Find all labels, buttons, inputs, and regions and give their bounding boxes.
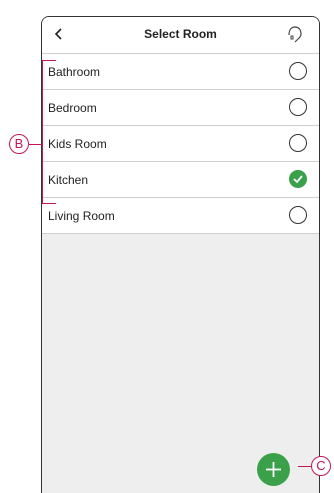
radio-button[interactable] <box>289 206 307 224</box>
room-row-bedroom[interactable]: Bedroom <box>42 90 319 126</box>
list-bracket <box>42 60 56 204</box>
headset-icon <box>288 26 302 43</box>
room-row-kids-room[interactable]: Kids Room <box>42 126 319 162</box>
plus-icon <box>266 462 281 477</box>
callout-line <box>298 466 311 467</box>
help-button[interactable] <box>285 24 305 46</box>
header-bar: Select Room <box>42 17 319 54</box>
radio-button-selected[interactable] <box>289 170 307 188</box>
radio-button[interactable] <box>289 62 307 80</box>
phone-screen: Select Room Bathroom Bedroom Kids Room K… <box>41 16 320 493</box>
add-room-button[interactable] <box>257 453 290 486</box>
room-row-kitchen[interactable]: Kitchen <box>42 162 319 198</box>
radio-button[interactable] <box>289 134 307 152</box>
room-row-bathroom[interactable]: Bathroom <box>42 54 319 90</box>
callout-c: C <box>311 456 331 476</box>
callout-b: B <box>9 134 29 154</box>
callout-line <box>29 144 42 145</box>
checkmark-icon <box>293 175 303 183</box>
room-label: Kids Room <box>48 136 107 151</box>
page-title: Select Room <box>144 27 217 41</box>
room-list: Bathroom Bedroom Kids Room Kitchen Livin… <box>42 54 319 234</box>
radio-button[interactable] <box>289 98 307 116</box>
room-row-living-room[interactable]: Living Room <box>42 198 319 234</box>
room-label: Living Room <box>48 208 115 223</box>
